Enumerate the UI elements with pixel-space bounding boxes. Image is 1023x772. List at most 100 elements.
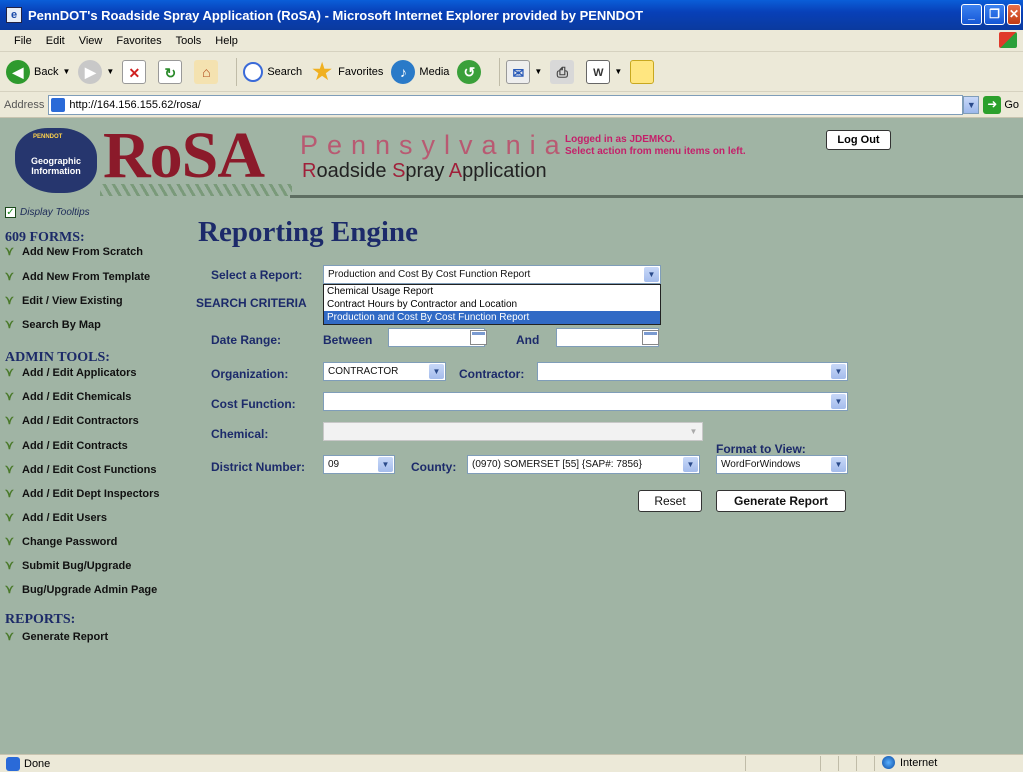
home-button[interactable]: ⌂ bbox=[194, 59, 222, 84]
nav-label: Generate Report bbox=[22, 631, 109, 643]
forward-button[interactable]: ▶ ▼ bbox=[78, 59, 114, 84]
leaf-icon: ⋎ bbox=[5, 629, 14, 643]
nav-add-edit-chemicals[interactable]: ⋎ Add / Edit Chemicals bbox=[5, 390, 131, 403]
address-input[interactable]: http://164.156.155.62/rosa/ bbox=[48, 94, 964, 115]
admin-heading: ADMIN TOOLS: bbox=[5, 350, 110, 365]
format-select[interactable]: WordForWindows ▼ bbox=[716, 455, 848, 474]
edit-dropdown-icon[interactable]: ▼ bbox=[614, 67, 622, 76]
nav-label: Bug/Upgrade Admin Page bbox=[22, 584, 158, 596]
nav-add-new-from-scratch[interactable]: ⋎ Add New From Scratch bbox=[5, 245, 143, 258]
address-bar: Address http://164.156.155.62/rosa/ ▼ ➜ … bbox=[0, 92, 1023, 118]
menu-favorites[interactable]: Favorites bbox=[116, 35, 161, 47]
favorites-button[interactable]: ★ Favorites bbox=[310, 58, 383, 84]
history-button[interactable]: ↺ bbox=[457, 59, 485, 84]
media-button[interactable]: ♪ Media bbox=[391, 59, 449, 84]
nav-search-by-map[interactable]: ⋎ Search By Map bbox=[5, 318, 101, 331]
nav-bug-upgrade-admin-page[interactable]: ⋎ Bug/Upgrade Admin Page bbox=[5, 583, 158, 596]
report-select-value: Production and Cost By Cost Function Rep… bbox=[328, 269, 531, 280]
subtitle-s: S bbox=[392, 160, 406, 182]
district-select[interactable]: 09 ▼ bbox=[323, 455, 395, 474]
print-button[interactable]: ⎙ bbox=[550, 59, 578, 84]
chevron-down-icon[interactable]: ▼ bbox=[644, 267, 659, 282]
report-option[interactable]: Chemical Usage Report bbox=[324, 285, 660, 298]
display-tooltips-checkbox[interactable]: ✓ Display Tooltips bbox=[5, 207, 90, 218]
nav-add-edit-cost-functions[interactable]: ⋎ Add / Edit Cost Functions bbox=[5, 463, 156, 476]
forward-dropdown-icon[interactable]: ▼ bbox=[106, 67, 114, 76]
pennsylvania-wordmark: Pennsylvania bbox=[300, 130, 569, 160]
forward-arrow-icon: ▶ bbox=[78, 59, 103, 84]
menu-help[interactable]: Help bbox=[215, 35, 238, 47]
district-value: 09 bbox=[328, 459, 340, 470]
contractor-select[interactable]: ▼ bbox=[537, 362, 848, 381]
nav-add-edit-dept-inspectors[interactable]: ⋎ Add / Edit Dept Inspectors bbox=[5, 487, 160, 500]
nav-label: Add / Edit Contractors bbox=[22, 415, 139, 427]
calendar-icon[interactable] bbox=[642, 330, 659, 345]
logged-in-text: Logged in as JDEMKO. bbox=[565, 134, 676, 145]
nav-label: Add New From Template bbox=[22, 271, 151, 283]
minimize-icon[interactable]: _ bbox=[961, 4, 982, 25]
close-icon[interactable]: ✕ bbox=[1007, 4, 1021, 25]
leaf-icon: ⋎ bbox=[5, 510, 14, 524]
menu-view[interactable]: View bbox=[79, 35, 103, 47]
menu-file[interactable]: File bbox=[14, 35, 32, 47]
app-subtitle: Roadside Spray Application bbox=[302, 160, 547, 183]
generate-report-button[interactable]: Generate Report bbox=[716, 490, 846, 512]
nav-label: Search By Map bbox=[22, 319, 101, 331]
leaf-icon: ⋎ bbox=[5, 269, 14, 283]
menu-tools[interactable]: Tools bbox=[176, 35, 202, 47]
county-select[interactable]: (0970) SOMERSET [55] {SAP#: 7856} ▼ bbox=[467, 455, 700, 474]
refresh-icon: ↻ bbox=[158, 59, 183, 84]
address-dropdown-icon[interactable]: ▼ bbox=[963, 95, 980, 114]
report-option[interactable]: Contract Hours by Contractor and Locatio… bbox=[324, 298, 660, 311]
instruction-text: Select action from menu items on left. bbox=[565, 146, 746, 157]
cost-function-select[interactable]: ▼ bbox=[323, 392, 848, 411]
chevron-down-icon[interactable]: ▼ bbox=[378, 457, 393, 472]
chevron-down-icon[interactable]: ▼ bbox=[429, 364, 444, 379]
organization-select[interactable]: CONTRACTOR ▼ bbox=[323, 362, 446, 381]
chevron-down-icon[interactable]: ▼ bbox=[831, 394, 846, 409]
status-bar: Done Internet bbox=[0, 754, 1023, 772]
star-icon: ★ bbox=[312, 58, 333, 84]
format-label: Format to View: bbox=[716, 442, 806, 456]
menu-edit[interactable]: Edit bbox=[46, 35, 65, 47]
stop-button[interactable]: ✕ bbox=[122, 59, 150, 84]
nav-add-edit-contractors[interactable]: ⋎ Add / Edit Contractors bbox=[5, 414, 139, 427]
go-button[interactable]: ➜ Go bbox=[983, 95, 1019, 114]
log-out-button[interactable]: Log Out bbox=[826, 130, 891, 150]
nav-add-edit-applicators[interactable]: ⋎ Add / Edit Applicators bbox=[5, 366, 137, 379]
nav-change-password[interactable]: ⋎ Change Password bbox=[5, 535, 117, 548]
mail-button[interactable]: ✉ ▼ bbox=[506, 59, 542, 84]
back-dropdown-icon[interactable]: ▼ bbox=[62, 67, 70, 76]
nav-submit-bug-upgrade[interactable]: ⋎ Submit Bug/Upgrade bbox=[5, 559, 131, 572]
rosa-logo: RoSA bbox=[103, 119, 265, 192]
nav-generate-report[interactable]: ⋎ Generate Report bbox=[5, 629, 109, 643]
chevron-down-icon[interactable]: ▼ bbox=[683, 457, 698, 472]
calendar-icon[interactable] bbox=[470, 330, 487, 345]
window-controls: _ ❐ ✕ bbox=[961, 4, 1021, 25]
mail-icon: ✉ bbox=[506, 59, 531, 84]
edit-button[interactable]: W ▼ bbox=[586, 59, 622, 84]
nav-add-new-from-template[interactable]: ⋎ Add New From Template bbox=[5, 269, 151, 283]
page-icon bbox=[51, 97, 66, 112]
report-option-selected[interactable]: Production and Cost By Cost Function Rep… bbox=[324, 311, 660, 324]
report-select[interactable]: Production and Cost By Cost Function Rep… bbox=[323, 265, 661, 284]
organization-label: Organization: bbox=[211, 367, 289, 381]
nav-add-edit-users[interactable]: ⋎ Add / Edit Users bbox=[5, 510, 107, 524]
back-button[interactable]: ◀ Back ▼ bbox=[6, 59, 70, 84]
geographic-information-logo: PENNDOT Geographic Information bbox=[15, 128, 97, 193]
nav-edit-view-existing[interactable]: ⋎ Edit / View Existing bbox=[5, 294, 123, 307]
search-button[interactable]: Search bbox=[243, 61, 302, 82]
checkbox-checked-icon[interactable]: ✓ bbox=[5, 207, 16, 218]
nav-add-edit-contracts[interactable]: ⋎ Add / Edit Contracts bbox=[5, 439, 128, 452]
organization-value: CONTRACTOR bbox=[328, 366, 399, 377]
messenger-button[interactable] bbox=[630, 59, 658, 84]
ie-icon: e bbox=[6, 7, 22, 23]
chevron-down-icon[interactable]: ▼ bbox=[831, 364, 846, 379]
county-label: County: bbox=[411, 460, 457, 474]
mail-dropdown-icon[interactable]: ▼ bbox=[534, 67, 542, 76]
refresh-button[interactable]: ↻ bbox=[158, 59, 186, 84]
reset-button[interactable]: Reset bbox=[638, 490, 702, 512]
messenger-icon bbox=[630, 59, 655, 84]
maximize-icon[interactable]: ❐ bbox=[984, 4, 1005, 25]
chevron-down-icon[interactable]: ▼ bbox=[831, 457, 846, 472]
